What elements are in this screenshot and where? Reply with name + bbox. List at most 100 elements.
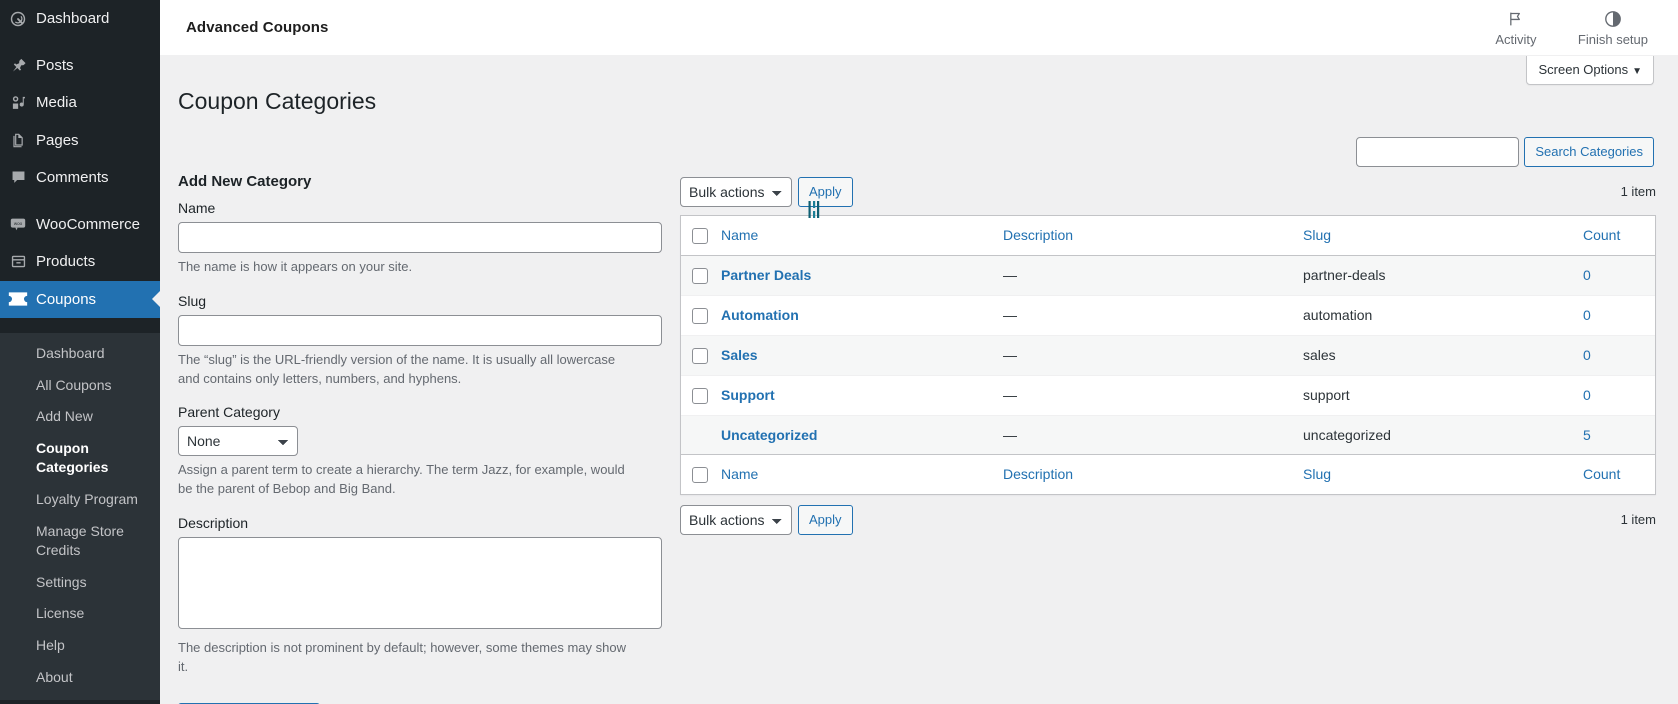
category-name-link[interactable]: Sales	[721, 347, 758, 363]
submenu-item-dashboard[interactable]: Dashboard	[0, 338, 160, 370]
row-count-cell: 5	[1575, 414, 1655, 454]
sidebar-item-coupons[interactable]: Coupons	[0, 280, 160, 318]
submenu-item-add-new[interactable]: Add New	[0, 401, 160, 433]
row-checkbox[interactable]	[692, 387, 708, 404]
table-header-row: Name Description Slug Count	[681, 216, 1655, 256]
ticket-icon	[0, 291, 36, 307]
admin-bar-actions: Activity Finish setup	[1492, 9, 1654, 47]
column-header-count[interactable]: Count	[1575, 216, 1655, 256]
select-all-checkbox-bottom[interactable]	[692, 466, 708, 483]
sidebar-item-dashboard[interactable]: Dashboard	[0, 0, 160, 38]
table-footer-row: Name Description Slug Count	[681, 453, 1655, 494]
submenu-item-label: All Coupons	[36, 376, 112, 393]
bulk-actions-select-bottom[interactable]: Bulk actions	[680, 504, 792, 535]
table-row: Automation — automation 0	[681, 294, 1655, 335]
submenu-item-label: Manage Store Credits	[36, 522, 124, 559]
column-header-name[interactable]: Name	[719, 216, 995, 256]
sidebar-item-pages[interactable]: Pages	[0, 122, 160, 160]
sidebar-item-woocommerce[interactable]: woo WooCommerce	[0, 206, 160, 244]
flag-icon	[1507, 9, 1524, 29]
row-name-cell: Partner Deals	[719, 256, 995, 295]
pin-icon	[0, 57, 36, 74]
submenu-item-license[interactable]: License	[0, 598, 160, 630]
description-field-group: Description The description is not promi…	[178, 513, 662, 677]
finish-setup-button[interactable]: Finish setup	[1578, 9, 1648, 47]
description-help: The description is not prominent by defa…	[178, 640, 626, 674]
category-name-link[interactable]: Partner Deals	[721, 267, 811, 283]
column-footer-name[interactable]: Name	[719, 453, 995, 494]
screen-options-button[interactable]: Screen Options ▼	[1526, 56, 1654, 85]
apply-button-top[interactable]: Apply	[798, 176, 853, 207]
sidebar-item-label: Coupons	[36, 290, 97, 308]
sidebar-item-label: WooCommerce	[36, 215, 140, 233]
search-categories-button[interactable]: Search Categories	[1524, 136, 1654, 167]
item-count-top: 1 item	[1620, 184, 1656, 200]
table-body: Partner Deals — partner-deals 0 Automati…	[681, 255, 1655, 454]
row-description-cell: —	[995, 334, 1295, 375]
description-label: Description	[178, 515, 249, 532]
table-foot: Name Description Slug Count	[681, 453, 1655, 494]
main-content: Advanced Coupons Activity Finish setup S…	[160, 0, 1678, 704]
woocommerce-icon: woo	[0, 215, 36, 233]
column-header-description[interactable]: Description	[995, 216, 1295, 256]
column-footer-count[interactable]: Count	[1575, 453, 1655, 494]
sidebar-item-label: Pages	[36, 131, 79, 149]
table-row: Partner Deals — partner-deals 0	[681, 255, 1655, 295]
submenu-item-manage-store-credits[interactable]: Manage Store Credits	[0, 516, 160, 567]
submenu-item-label: About	[36, 668, 73, 685]
submenu-item-all-coupons[interactable]: All Coupons	[0, 370, 160, 402]
submenu-item-settings[interactable]: Settings	[0, 567, 160, 599]
row-select-cell	[681, 256, 719, 295]
row-select-cell	[681, 334, 719, 375]
parent-category-select[interactable]: None	[178, 426, 298, 457]
row-name-cell: Sales	[719, 334, 995, 375]
column-footer-slug[interactable]: Slug	[1295, 453, 1575, 494]
slug-label: Slug	[178, 292, 207, 309]
submenu-item-coupon-categories[interactable]: Coupon Categories	[0, 433, 160, 484]
admin-sidebar: Dashboard Posts Media Pages Comments woo…	[0, 0, 160, 704]
page-wrap: Coupon Categories Search Categories Add …	[160, 56, 1678, 704]
name-input[interactable]	[178, 221, 662, 253]
category-name-link[interactable]: Automation	[721, 307, 799, 323]
apply-button-bottom[interactable]: Apply	[798, 504, 853, 535]
slug-description: The “slug” is the URL-friendly version o…	[178, 351, 616, 386]
select-all-checkbox-top[interactable]	[692, 227, 708, 244]
media-icon	[0, 94, 36, 111]
description-textarea[interactable]	[178, 537, 662, 630]
category-name-link[interactable]: Support	[721, 387, 775, 403]
slug-input[interactable]	[178, 314, 662, 346]
chevron-down-icon: ▼	[1632, 66, 1642, 77]
submenu-item-label: Coupon Categories	[36, 439, 109, 476]
activity-button[interactable]: Activity	[1492, 9, 1540, 47]
row-checkbox[interactable]	[692, 307, 708, 324]
name-label: Name	[178, 199, 216, 216]
bulk-actions-select-top[interactable]: Bulk actions	[680, 176, 792, 207]
products-icon	[0, 253, 36, 270]
sidebar-item-comments[interactable]: Comments	[0, 159, 160, 197]
row-select-cell	[681, 374, 719, 415]
category-name-link[interactable]: Uncategorized	[721, 427, 817, 443]
category-count-link[interactable]: 0	[1583, 307, 1591, 323]
category-count-link[interactable]: 0	[1583, 387, 1591, 403]
name-field-group: Name The name is how it appears on your …	[178, 198, 662, 277]
row-select-cell	[681, 294, 719, 335]
sidebar-item-products[interactable]: Products	[0, 243, 160, 281]
search-box: Search Categories	[178, 136, 1656, 167]
half-circle-progress-icon	[1604, 9, 1622, 29]
column-header-slug[interactable]: Slug	[1295, 216, 1575, 256]
select-all-footer	[681, 453, 719, 494]
row-checkbox[interactable]	[692, 347, 708, 364]
category-count-link[interactable]: 5	[1583, 427, 1591, 443]
categories-list: Bulk actions Apply 1 item Name Descripti…	[680, 173, 1656, 704]
submenu-item-help[interactable]: Help	[0, 630, 160, 662]
search-input[interactable]	[1356, 136, 1520, 167]
submenu-item-loyalty-program[interactable]: Loyalty Program	[0, 484, 160, 516]
row-count-cell: 0	[1575, 374, 1655, 415]
column-footer-description[interactable]: Description	[995, 453, 1295, 494]
sidebar-item-posts[interactable]: Posts	[0, 47, 160, 85]
category-count-link[interactable]: 0	[1583, 347, 1591, 363]
row-checkbox[interactable]	[692, 267, 708, 284]
category-count-link[interactable]: 0	[1583, 267, 1591, 283]
sidebar-item-media[interactable]: Media	[0, 84, 160, 122]
submenu-item-about[interactable]: About	[0, 662, 160, 694]
